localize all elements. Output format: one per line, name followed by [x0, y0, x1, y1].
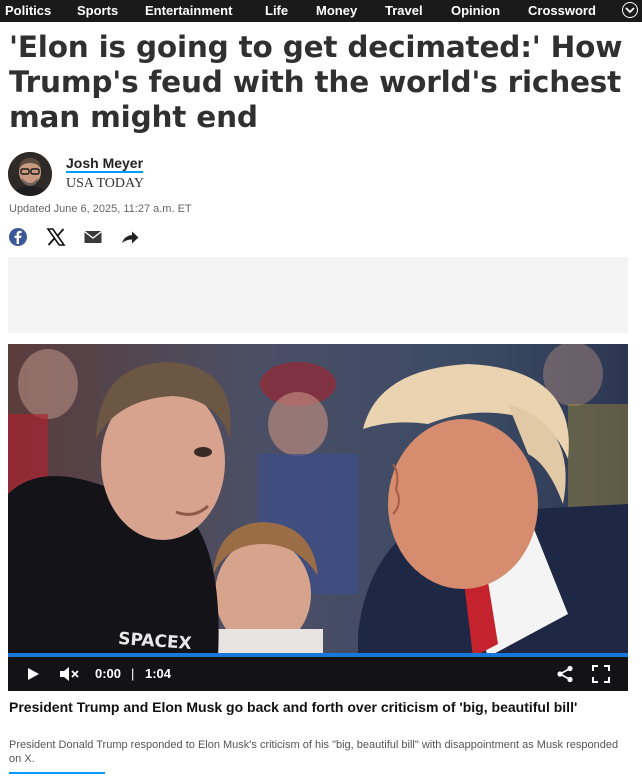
fullscreen-icon[interactable] [592, 665, 610, 688]
video-caption-text: President Donald Trump responded to Elon… [9, 739, 619, 765]
caption-accent-rule [9, 772, 105, 774]
email-icon[interactable] [83, 226, 105, 248]
facebook-icon[interactable] [8, 226, 30, 248]
muted-volume-icon[interactable] [59, 666, 79, 687]
nav-item-opinion[interactable]: Opinion [451, 3, 500, 18]
nav-item-life[interactable]: Life [265, 3, 288, 18]
author-organization: USA TODAY [66, 176, 144, 191]
author-name-link[interactable]: Josh Meyer [66, 155, 143, 171]
nav-item-sports[interactable]: Sports [77, 3, 118, 18]
play-icon[interactable] [26, 667, 40, 686]
chevron-down-icon[interactable] [622, 2, 638, 18]
top-nav: Politics Sports Entertainment Life Money… [0, 0, 642, 22]
video-player[interactable]: SPACEX 0:00 | 1:04 [8, 344, 628, 691]
updated-timestamp: Updated June 6, 2025, 11:27 a.m. ET [9, 203, 192, 215]
video-duration: 1:04 [145, 666, 172, 681]
video-current-time: 0:00 [95, 666, 122, 681]
nav-item-entertainment[interactable]: Entertainment [145, 3, 232, 18]
time-separator: | [131, 666, 135, 681]
share-icon[interactable] [120, 226, 142, 248]
ad-placeholder [8, 257, 628, 333]
nav-item-crossword[interactable]: Crossword [528, 3, 596, 18]
article-headline: 'Elon is going to get decimated:' How Tr… [9, 30, 623, 134]
video-controls: 0:00 | 1:04 [8, 657, 628, 691]
author-avatar[interactable] [8, 152, 52, 196]
x-icon[interactable] [46, 226, 68, 248]
video-caption-title[interactable]: President Trump and Elon Musk go back an… [9, 699, 629, 716]
nav-item-travel[interactable]: Travel [385, 3, 423, 18]
nav-item-politics[interactable]: Politics [5, 3, 51, 18]
share-video-icon[interactable] [556, 665, 574, 688]
nav-item-money[interactable]: Money [316, 3, 357, 18]
video-thumbnail: SPACEX [8, 344, 628, 657]
